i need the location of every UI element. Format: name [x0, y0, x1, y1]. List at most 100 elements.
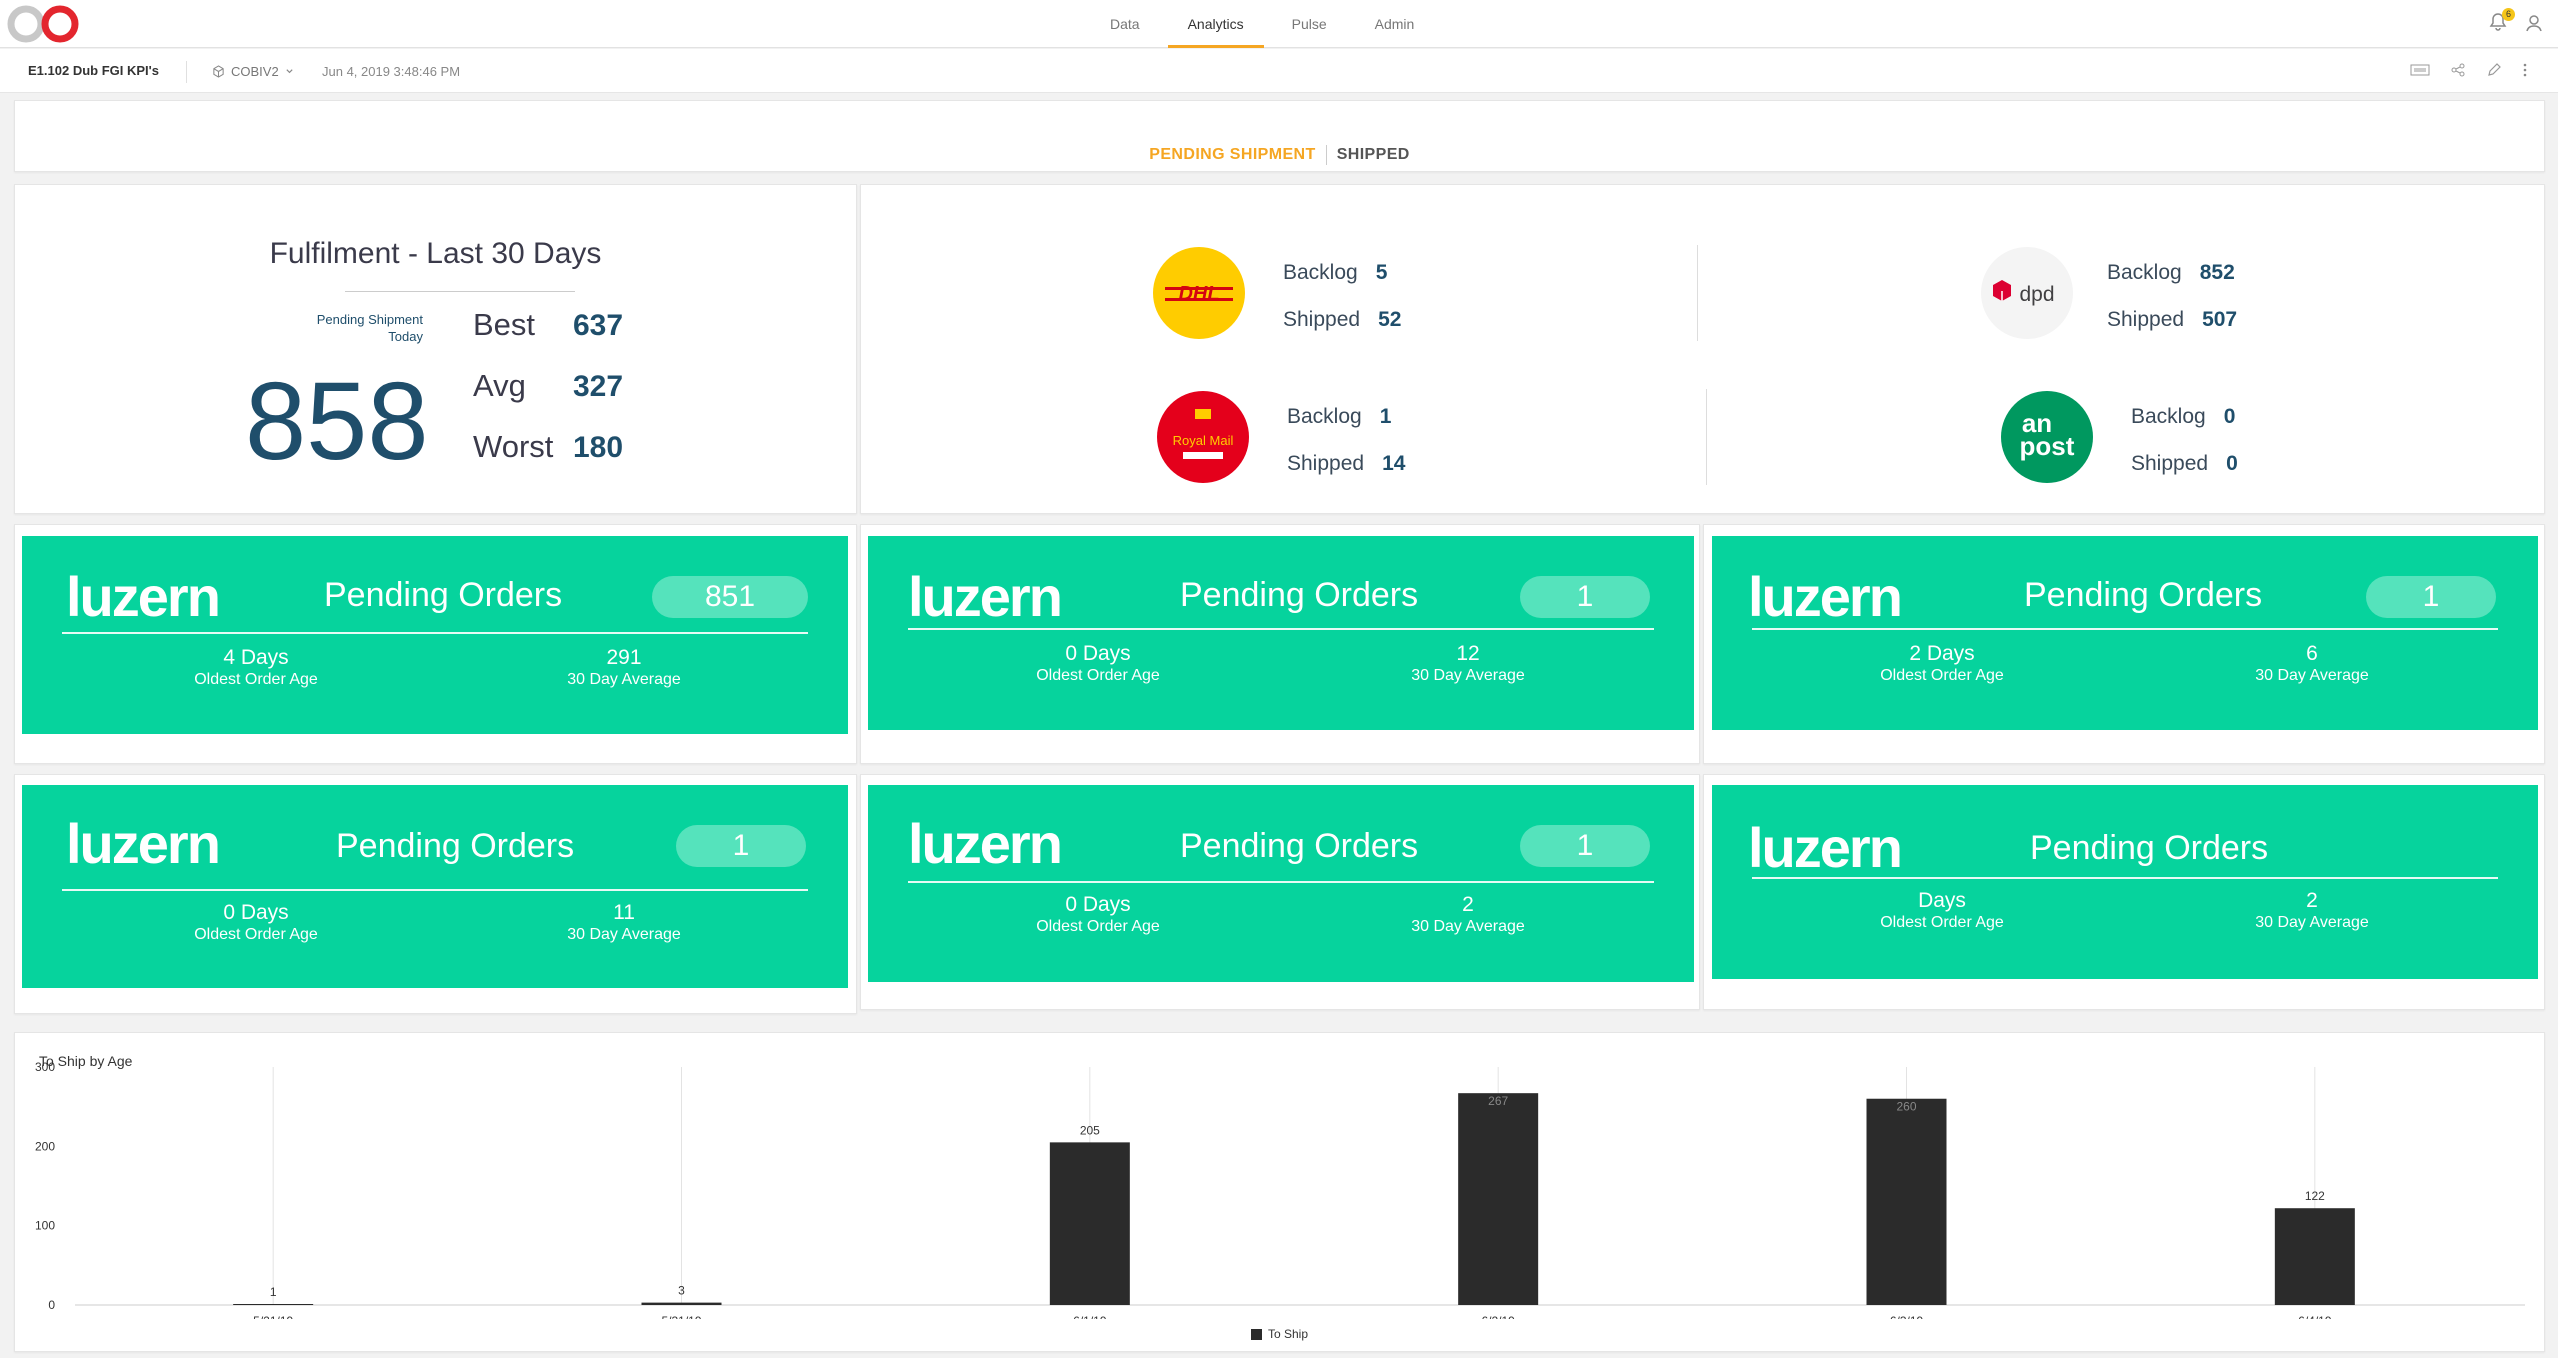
tab-data[interactable]: Data: [1090, 0, 1160, 48]
chart-legend[interactable]: To Ship: [15, 1327, 2544, 1341]
tile-title: Pending Orders: [336, 827, 575, 865]
tile-divider: [62, 889, 808, 891]
carriers-panel: DHL Backlog 5 Shipped 52 dpd Backlog 852 Sh…: [860, 184, 2545, 514]
dpd-shipped: Shipped 507: [2107, 298, 2237, 345]
avg-label: 30 Day Average: [2255, 914, 2369, 931]
model-selector[interactable]: COBIV2: [212, 64, 294, 79]
avg-value: 11: [613, 901, 635, 924]
avg-label: 30 Day Average: [2255, 667, 2369, 684]
data-label: 3: [678, 1284, 685, 1298]
x-tick-label: 6/2/19: [1481, 1314, 1515, 1319]
bar: [2274, 1208, 2355, 1305]
x-tick-label: 6/1/19: [1073, 1314, 1107, 1319]
x-tick-label: 6/4/19: [2298, 1314, 2332, 1319]
avg-label: 30 Day Average: [567, 671, 681, 688]
pending-count-badge: 1: [1520, 576, 1650, 618]
oldest-order-metric: 4 Days Oldest Order Age: [126, 646, 386, 690]
best-value: 637: [573, 309, 624, 342]
title-underline: [345, 291, 575, 292]
carrier-divider: [1706, 389, 1707, 485]
tile-divider: [1752, 628, 2498, 630]
divider: [186, 61, 187, 83]
oldest-order-value: 4 Days: [223, 646, 289, 669]
tile-title: Pending Orders: [1180, 827, 1419, 865]
royal-mail-logo: Royal Mail: [1157, 391, 1249, 483]
an-post-stats: Backlog 0 Shipped 0: [2131, 395, 2238, 489]
tab-pulse[interactable]: Pulse: [1272, 0, 1347, 48]
avg-value: 291: [606, 646, 642, 669]
shipped-value: 14: [1382, 452, 1406, 475]
avg-value: 12: [1456, 642, 1480, 665]
avg-metric: 12 30 Day Average: [1338, 642, 1598, 686]
backlog-label: Backlog: [1283, 261, 1358, 284]
dhl-backlog: Backlog 5: [1283, 251, 1401, 298]
toggle-divider: [1325, 145, 1327, 165]
avg-metric: 2 30 Day Average: [2182, 889, 2442, 933]
shipped-value: 507: [2202, 308, 2238, 331]
pending-shipment-tab[interactable]: PENDING SHIPMENT: [1149, 146, 1315, 163]
oldest-order-metric: Days Oldest Order Age: [1812, 889, 2072, 933]
avg-metric: 291 30 Day Average: [494, 646, 754, 690]
tab-admin[interactable]: Admin: [1355, 0, 1435, 48]
cube-icon: [213, 65, 224, 78]
shipped-label: Shipped: [1287, 452, 1365, 475]
royal-mail-shipped: Shipped 14: [1287, 442, 1405, 489]
shipped-value: 0: [2226, 452, 2238, 475]
user-icon[interactable]: [2524, 13, 2544, 33]
notifications-button[interactable]: 6: [2488, 8, 2515, 34]
an-post-logo-text-2: post: [2020, 431, 2075, 461]
tile-title: Pending Orders: [324, 576, 563, 614]
avg-metric: 2 30 Day Average: [1338, 893, 1598, 937]
oldest-order-value: 2 Days: [1909, 642, 1975, 665]
bar: [233, 1304, 314, 1305]
pending-count-badge: 1: [676, 825, 806, 867]
shipped-value: 52: [1378, 308, 1402, 331]
backlog-value: 0: [2223, 405, 2236, 428]
avg-label: Avg: [473, 368, 526, 403]
shipment-toggle-panel: PENDING SHIPMENT SHIPPED: [14, 100, 2545, 172]
carrier-divider: [1697, 245, 1698, 341]
y-tick-label: 0: [48, 1298, 55, 1312]
bar: [1049, 1142, 1130, 1305]
pdf-icon[interactable]: [2410, 63, 2430, 77]
backlog-value: 1: [1379, 405, 1392, 428]
bar: [1866, 1098, 1947, 1305]
data-label: 205: [1080, 1123, 1100, 1137]
oldest-order-metric: 0 Days Oldest Order Age: [968, 893, 1228, 937]
dashboard-header: E1.102 Dub FGI KPI's COBIV2 Jun 4, 2019 …: [0, 49, 2558, 93]
app-logo[interactable]: [6, 4, 82, 44]
pending-label-line1: Pending Shipment: [316, 312, 423, 327]
an-post-shipped: Shipped 0: [2131, 442, 2238, 489]
more-options-icon[interactable]: [2522, 62, 2528, 78]
fulfilment-panel: Fulfilment - Last 30 Days Pending Shipme…: [14, 184, 857, 514]
luzern-logo: luzern: [908, 812, 1063, 875]
oldest-order-metric: 0 Days Oldest Order Age: [968, 642, 1228, 686]
x-tick-label: 5/31/19: [661, 1314, 701, 1319]
pending-orders-tile: luzern Pending Orders 851 4 Days Oldest O…: [22, 536, 848, 734]
oldest-order-value: 0 Days: [1065, 642, 1131, 665]
oldest-order-label: Oldest Order Age: [194, 926, 318, 943]
fulfilment-title: Fulfilment - Last 30 Days: [269, 237, 602, 270]
luzern-logo: luzern: [908, 565, 1063, 628]
best-label: Best: [473, 307, 536, 342]
royal-mail-logo-text: Royal Mail: [1173, 433, 1234, 448]
tab-analytics[interactable]: Analytics: [1167, 0, 1264, 48]
tile-divider: [908, 881, 1654, 883]
share-icon[interactable]: [2450, 62, 2466, 78]
an-post-backlog: Backlog 0: [2131, 395, 2238, 442]
dpd-stats: Backlog 852 Shipped 507: [2107, 251, 2237, 345]
dashboard-title: E1.102 Dub FGI KPI's: [28, 63, 159, 78]
avg-label: 30 Day Average: [567, 926, 681, 943]
top-navigation: Data Analytics Pulse Admin 6: [0, 0, 2558, 48]
pending-orders-tile: luzern Pending Orders 1 0 Days Oldest Ord…: [22, 785, 848, 988]
an-post-logo: an post: [2001, 391, 2093, 483]
edit-icon[interactable]: [2486, 62, 2502, 78]
y-tick-label: 200: [35, 1139, 55, 1153]
tile-divider: [908, 628, 1654, 630]
dhl-stats: Backlog 5 Shipped 52: [1283, 251, 1401, 345]
shipped-tab[interactable]: SHIPPED: [1337, 146, 1410, 163]
backlog-value: 5: [1375, 261, 1388, 284]
pending-count-badge: 1: [1520, 825, 1650, 867]
bar: [1458, 1093, 1539, 1305]
royal-mail-stats: Backlog 1 Shipped 14: [1287, 395, 1405, 489]
